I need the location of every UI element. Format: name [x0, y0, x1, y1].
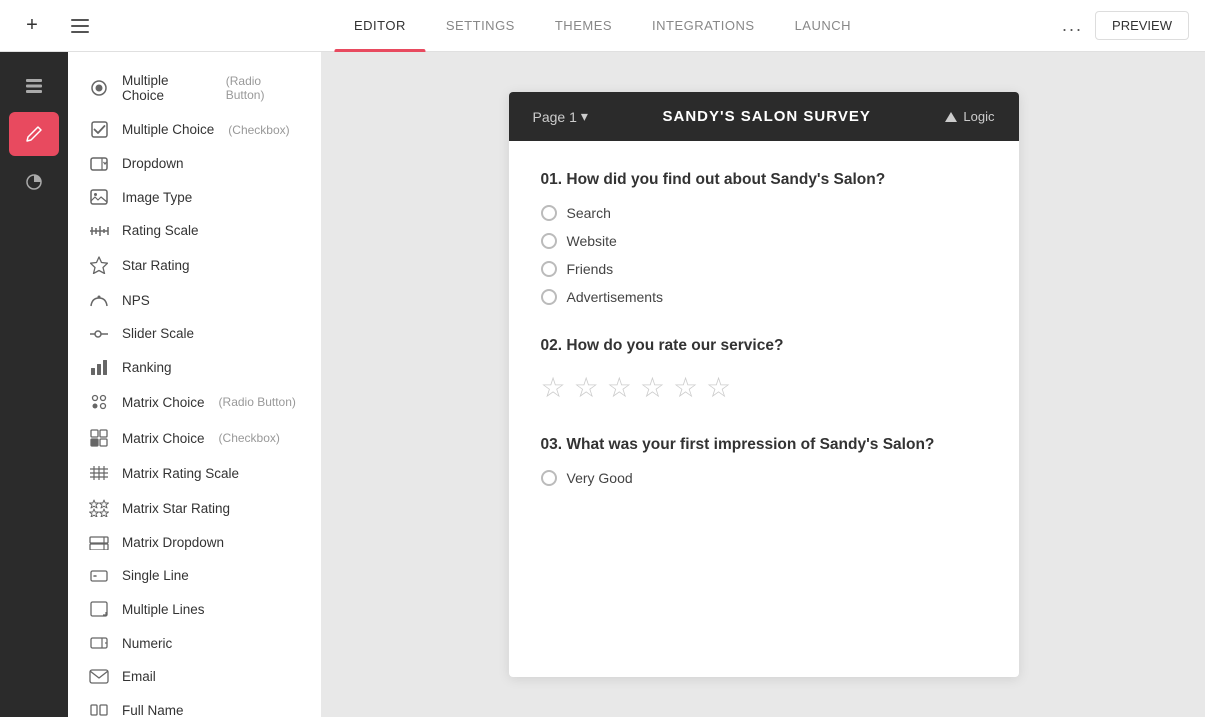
tab-integrations[interactable]: INTEGRATIONS	[632, 0, 775, 52]
sidebar-icon-form[interactable]	[9, 64, 59, 108]
survey-card: Page 1 ▾ SANDY'S SALON SURVEY Logic 01. …	[509, 92, 1019, 677]
numeric-icon	[88, 635, 110, 651]
sidebar-item-dropdown[interactable]: Dropdown	[68, 147, 321, 180]
survey-body: 01. How did you find out about Sandy's S…	[509, 141, 1019, 548]
fullname-icon	[88, 702, 110, 717]
sidebar-item-single-line[interactable]: Single Line	[68, 559, 321, 592]
star-6[interactable]: ☆	[706, 371, 731, 404]
question-3-text: 03. What was your first impression of Sa…	[541, 436, 987, 454]
top-navigation: + EDITOR SETTINGS THEMES INTEGRATIONS LA…	[0, 0, 1205, 52]
survey-page-selector[interactable]: Page 1 ▾	[533, 108, 588, 125]
sidebar-item-full-name[interactable]: Full Name	[68, 693, 321, 717]
option-advertisements[interactable]: Advertisements	[541, 289, 987, 305]
icon-sidebar	[0, 52, 68, 717]
radio-button-icon	[88, 79, 110, 97]
ranking-icon	[88, 359, 110, 375]
option-search[interactable]: Search	[541, 205, 987, 221]
image-icon	[88, 189, 110, 205]
email-icon	[88, 669, 110, 684]
question-2-text: 02. How do you rate our service?	[541, 337, 987, 355]
more-options-button[interactable]: ...	[1062, 15, 1083, 36]
matrix-checkbox-icon	[88, 429, 110, 447]
star-icon	[88, 256, 110, 274]
sidebar-item-ranking[interactable]: Ranking	[68, 350, 321, 384]
nav-tabs: EDITOR SETTINGS THEMES INTEGRATIONS LAUN…	[334, 0, 871, 52]
tab-themes[interactable]: THEMES	[535, 0, 632, 52]
radio-circle	[541, 205, 557, 221]
sidebar-item-slider-scale[interactable]: Slider Scale	[68, 317, 321, 350]
sidebar-item-matrix-choice-radio[interactable]: Matrix Choice (Radio Button)	[68, 384, 321, 420]
radio-circle	[541, 233, 557, 249]
star-3[interactable]: ☆	[607, 371, 632, 404]
question-3: 03. What was your first impression of Sa…	[541, 436, 987, 486]
sidebar-item-image-type[interactable]: Image Type	[68, 180, 321, 214]
checkbox-icon	[88, 121, 110, 138]
radio-circle	[541, 289, 557, 305]
sidebar-icon-analytics[interactable]	[9, 160, 59, 204]
question-2: 02. How do you rate our service? ☆ ☆ ☆ ☆…	[541, 337, 987, 404]
question-1-text: 01. How did you find out about Sandy's S…	[541, 171, 987, 189]
sidebar-item-nps[interactable]: NPS	[68, 283, 321, 317]
dropdown-icon	[88, 157, 110, 171]
option-website[interactable]: Website	[541, 233, 987, 249]
option-very-good[interactable]: Very Good	[541, 470, 987, 486]
sidebar-item-numeric[interactable]: Numeric	[68, 626, 321, 660]
multiple-lines-icon	[88, 601, 110, 617]
main-layout: Multiple Choice (Radio Button) Multiple …	[0, 52, 1205, 717]
logic-icon	[945, 112, 957, 122]
sidebar-item-matrix-rating-scale[interactable]: Matrix Rating Scale	[68, 456, 321, 490]
sidebar-item-matrix-dropdown[interactable]: Matrix Dropdown	[68, 526, 321, 559]
matrix-radio-icon	[88, 393, 110, 411]
add-button[interactable]: +	[16, 10, 48, 42]
component-sidebar: Multiple Choice (Radio Button) Multiple …	[68, 52, 322, 717]
sidebar-item-multiple-lines[interactable]: Multiple Lines	[68, 592, 321, 626]
radio-circle	[541, 470, 557, 486]
star-4[interactable]: ☆	[640, 371, 665, 404]
sidebar-item-multiple-choice-checkbox[interactable]: Multiple Choice (Checkbox)	[68, 112, 321, 147]
sidebar-item-matrix-star-rating[interactable]: Matrix Star Rating	[68, 490, 321, 526]
matrix-rating-icon	[88, 465, 110, 481]
content-area: Page 1 ▾ SANDY'S SALON SURVEY Logic 01. …	[322, 52, 1205, 717]
nps-icon	[88, 292, 110, 308]
sidebar-icon-edit[interactable]	[9, 112, 59, 156]
star-1[interactable]: ☆	[541, 371, 566, 404]
star-5[interactable]: ☆	[673, 371, 698, 404]
sidebar-item-matrix-choice-checkbox[interactable]: Matrix Choice (Checkbox)	[68, 420, 321, 456]
slider-icon	[88, 329, 110, 339]
tab-launch[interactable]: LAUNCH	[775, 0, 871, 52]
sidebar-item-multiple-choice-radio[interactable]: Multiple Choice (Radio Button)	[68, 64, 321, 112]
rating-scale-icon	[88, 224, 110, 238]
sidebar-item-email[interactable]: Email	[68, 660, 321, 693]
tab-settings[interactable]: SETTINGS	[426, 0, 535, 52]
survey-title: SANDY'S SALON SURVEY	[588, 108, 946, 125]
matrix-dropdown-icon	[88, 536, 110, 550]
survey-header: Page 1 ▾ SANDY'S SALON SURVEY Logic	[509, 92, 1019, 141]
logic-button[interactable]: Logic	[945, 109, 994, 124]
preview-button[interactable]: PREVIEW	[1095, 11, 1189, 40]
single-line-icon	[88, 569, 110, 583]
tab-editor[interactable]: EDITOR	[334, 0, 426, 52]
sidebar-item-star-rating[interactable]: Star Rating	[68, 247, 321, 283]
star-2[interactable]: ☆	[574, 371, 599, 404]
matrix-star-icon	[88, 499, 110, 517]
question-1: 01. How did you find out about Sandy's S…	[541, 171, 987, 305]
radio-circle	[541, 261, 557, 277]
star-rating-row[interactable]: ☆ ☆ ☆ ☆ ☆ ☆	[541, 371, 987, 404]
sidebar-item-rating-scale[interactable]: Rating Scale	[68, 214, 321, 247]
option-friends[interactable]: Friends	[541, 261, 987, 277]
menu-button[interactable]	[64, 10, 96, 42]
